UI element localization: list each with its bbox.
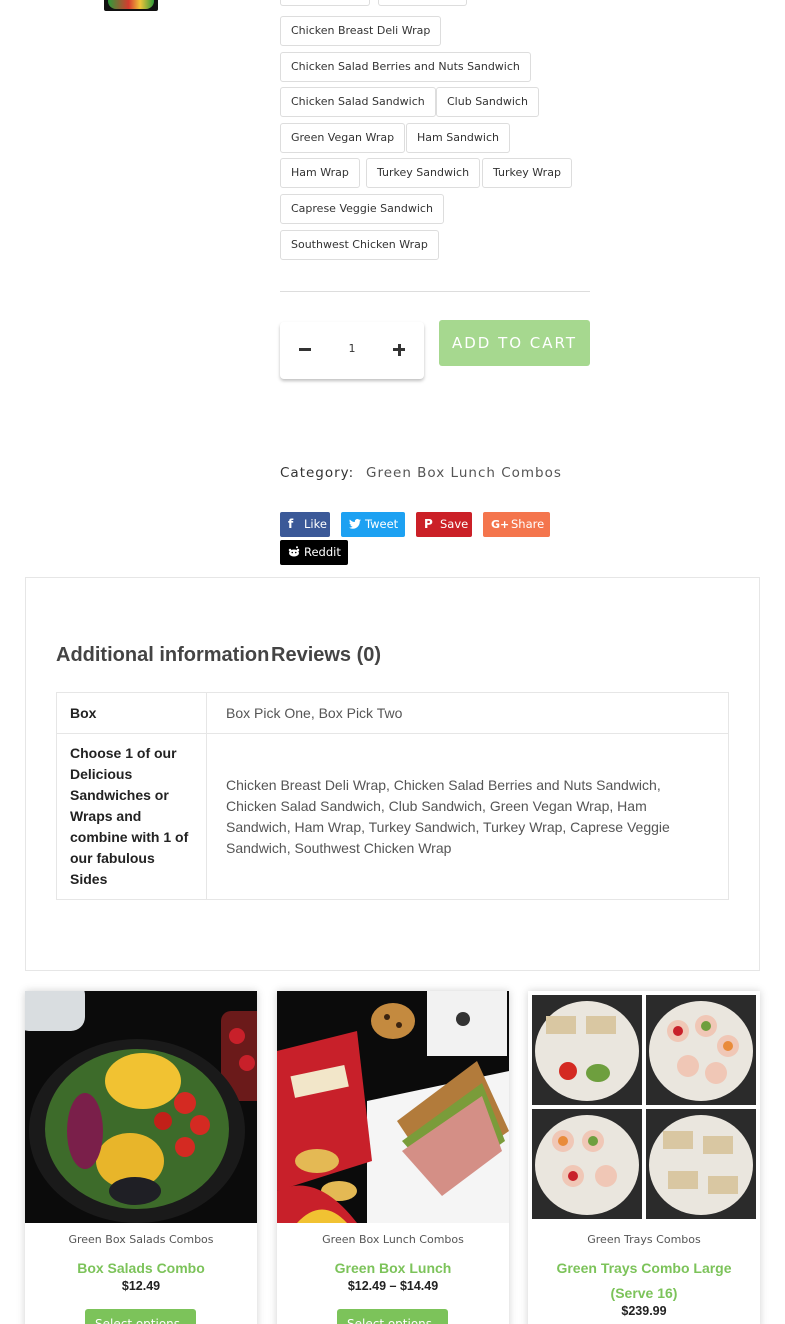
pinterest-save-button[interactable]: P Save [416, 512, 472, 537]
product-name[interactable]: Green Box Lunch [285, 1256, 501, 1281]
tab-additional-information[interactable]: Additional information [56, 644, 269, 667]
option-caprese-veggie-sandwich[interactable]: Caprese Veggie Sandwich [280, 194, 444, 224]
reddit-icon [288, 540, 302, 565]
product-price: $12.49 [121, 1279, 161, 1293]
like-label: Like [304, 517, 327, 531]
quantity-value[interactable]: 1 [332, 342, 372, 355]
option-southwest-chicken-wrap[interactable]: Southwest Chicken Wrap [280, 230, 439, 260]
option-green-vegan-wrap[interactable]: Green Vegan Wrap [280, 123, 406, 153]
increase-quantity-button[interactable] [374, 322, 424, 379]
select-options-button[interactable]: Select options [337, 1309, 448, 1324]
twitter-icon [349, 512, 363, 537]
option-club-sandwich[interactable]: Club Sandwich [436, 87, 539, 117]
option-turkey-sandwich[interactable]: Turkey Sandwich [366, 158, 481, 188]
category-label: Category: [280, 465, 355, 481]
divider [280, 291, 590, 292]
plus-icon-vertical [397, 343, 401, 356]
save-label: Save [440, 517, 469, 531]
option-ham-wrap[interactable]: Ham Wrap [280, 158, 360, 188]
option-box-cut[interactable] [378, 0, 467, 6]
table-row: Box Box Pick One, Box Pick Two [56, 692, 729, 734]
product-name[interactable]: Box Salads Combo [33, 1256, 249, 1281]
product-image-green-trays[interactable] [528, 991, 760, 1223]
product-image-box-salads[interactable] [25, 991, 257, 1223]
minus-icon [299, 348, 311, 351]
google-plus-icon: G+ [491, 518, 510, 531]
decrease-quantity-button[interactable] [280, 322, 330, 379]
option-chicken-breast-deli-wrap[interactable]: Chicken Breast Deli Wrap [280, 16, 442, 46]
additional-information-table: Box Box Pick One, Box Pick Two Choose 1 … [56, 692, 729, 900]
product-image-green-box-lunch[interactable] [277, 991, 509, 1223]
product-card[interactable]: Green Box Salads Combos Box Salads Combo… [25, 991, 257, 1324]
option-box-cut[interactable] [280, 0, 370, 6]
tweet-button[interactable]: Tweet [341, 512, 405, 537]
attribute-value: Chicken Breast Deli Wrap, Chicken Salad … [206, 733, 729, 900]
product-card[interactable]: Green Box Lunch Combos Green Box Lunch $… [277, 991, 509, 1324]
tweet-label: Tweet [365, 517, 399, 531]
share-label: Share [511, 517, 545, 531]
attribute-label: Choose 1 of our Delicious Sandwiches or … [56, 733, 207, 900]
reddit-share-button[interactable]: Reddit [280, 540, 348, 565]
product-price: $239.99 [621, 1304, 667, 1318]
product-price: $12.49 – $14.49 [347, 1279, 439, 1293]
facebook-icon: f [288, 517, 294, 531]
product-category[interactable]: Green Trays Combos [528, 1233, 760, 1246]
product-thumbnail[interactable] [104, 0, 158, 11]
quantity-stepper[interactable]: 1 [280, 322, 424, 379]
attribute-value: Box Pick One, Box Pick Two [206, 692, 729, 734]
product-category[interactable]: Green Box Lunch Combos [277, 1233, 509, 1246]
google-plus-share-button[interactable]: G+ Share [483, 512, 550, 537]
select-options-button[interactable]: Select options [85, 1309, 196, 1324]
attribute-label: Box [56, 692, 207, 734]
option-turkey-wrap[interactable]: Turkey Wrap [482, 158, 572, 188]
reddit-label: Reddit [304, 545, 341, 559]
table-row: Choose 1 of our Delicious Sandwiches or … [56, 733, 729, 900]
product-name[interactable]: Green Trays Combo Large (Serve 16) [536, 1256, 752, 1306]
category-link[interactable]: Green Box Lunch Combos [366, 465, 562, 481]
facebook-like-button[interactable]: f Like [280, 512, 330, 537]
tab-reviews[interactable]: Reviews (0) [271, 644, 381, 667]
option-chicken-salad-berries-nuts[interactable]: Chicken Salad Berries and Nuts Sandwich [280, 52, 531, 82]
pinterest-icon: P [424, 517, 433, 531]
option-ham-sandwich[interactable]: Ham Sandwich [406, 123, 510, 153]
option-chicken-salad-sandwich[interactable]: Chicken Salad Sandwich [280, 87, 436, 117]
product-card[interactable]: Green Trays Combos Green Trays Combo Lar… [528, 991, 760, 1324]
product-category[interactable]: Green Box Salads Combos [25, 1233, 257, 1246]
add-to-cart-button[interactable]: ADD TO CART [439, 320, 590, 366]
